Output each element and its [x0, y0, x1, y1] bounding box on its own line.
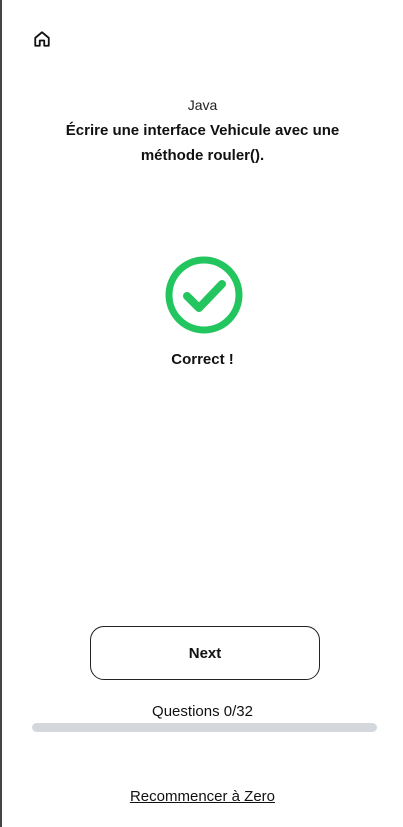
- quiz-subject: Java: [187, 97, 218, 113]
- question-text: Écrire une interface Vehicule avec une m…: [65, 122, 340, 164]
- progress-label: Questions 0/32: [152, 703, 253, 720]
- progress-bar: [32, 723, 377, 732]
- home-button[interactable]: [32, 29, 52, 49]
- quiz-screen: Java Écrire une interface Vehicule avec …: [0, 0, 403, 827]
- check-circle-icon: [165, 256, 243, 334]
- home-icon: [34, 31, 50, 47]
- next-button[interactable]: Next: [90, 626, 320, 680]
- restart-link[interactable]: Recommencer à Zero: [2, 788, 403, 805]
- result-text: Correct !: [171, 351, 234, 368]
